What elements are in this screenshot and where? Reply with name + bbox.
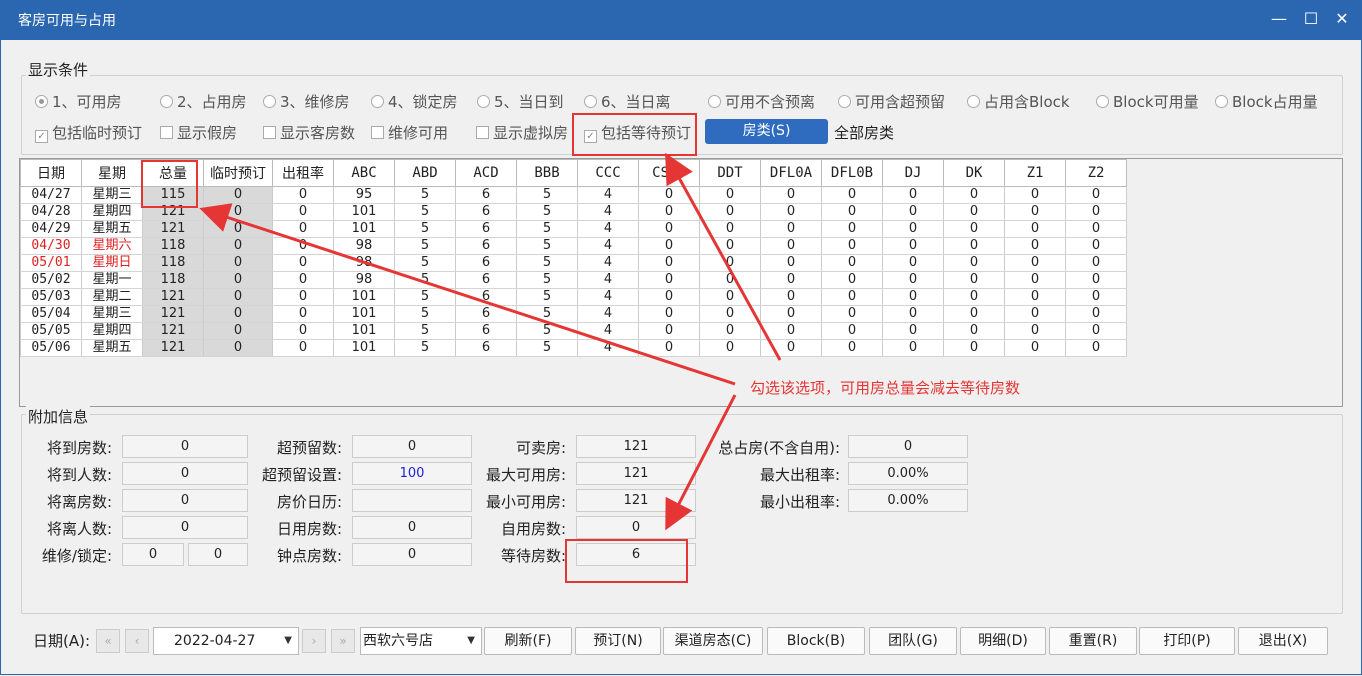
- bottom-button[interactable]: 打印(P): [1139, 627, 1235, 655]
- bottom-button[interactable]: 重置(R): [1049, 627, 1137, 655]
- last-page-icon[interactable]: »: [331, 629, 355, 653]
- bottom-button[interactable]: 团队(G): [869, 627, 957, 655]
- arrow-to-checkbox: [665, 152, 782, 361]
- arrow-to-waiting: [665, 394, 737, 531]
- hotel-value: 西软六号店: [363, 633, 433, 649]
- chevron-down-icon[interactable]: ▼: [467, 628, 475, 654]
- prev-icon[interactable]: ‹: [125, 629, 149, 653]
- date-label: 日期(A):: [33, 632, 91, 650]
- annotation-arrows: [199, 152, 782, 531]
- bottom-button[interactable]: 明细(D): [960, 627, 1046, 655]
- bottom-button[interactable]: 刷新(F): [484, 627, 572, 655]
- bottom-button[interactable]: 预订(N): [575, 627, 661, 655]
- next-icon[interactable]: ›: [302, 629, 326, 653]
- date-picker[interactable]: 2022-04-27 ▼: [153, 627, 299, 655]
- annotation-text: 勾选该选项，可用房总量会减去等待房数: [750, 379, 1021, 397]
- arrow-to-total: [199, 203, 736, 386]
- hotel-select[interactable]: 西软六号店 ▼: [360, 627, 482, 655]
- bottom-button[interactable]: 渠道房态(C): [663, 627, 763, 655]
- bottom-button[interactable]: 退出(X): [1238, 627, 1328, 655]
- first-page-icon[interactable]: «: [96, 629, 120, 653]
- chevron-down-icon[interactable]: ▼: [284, 628, 292, 654]
- bottom-button[interactable]: Block(B): [767, 627, 865, 655]
- date-value: 2022-04-27: [174, 633, 256, 649]
